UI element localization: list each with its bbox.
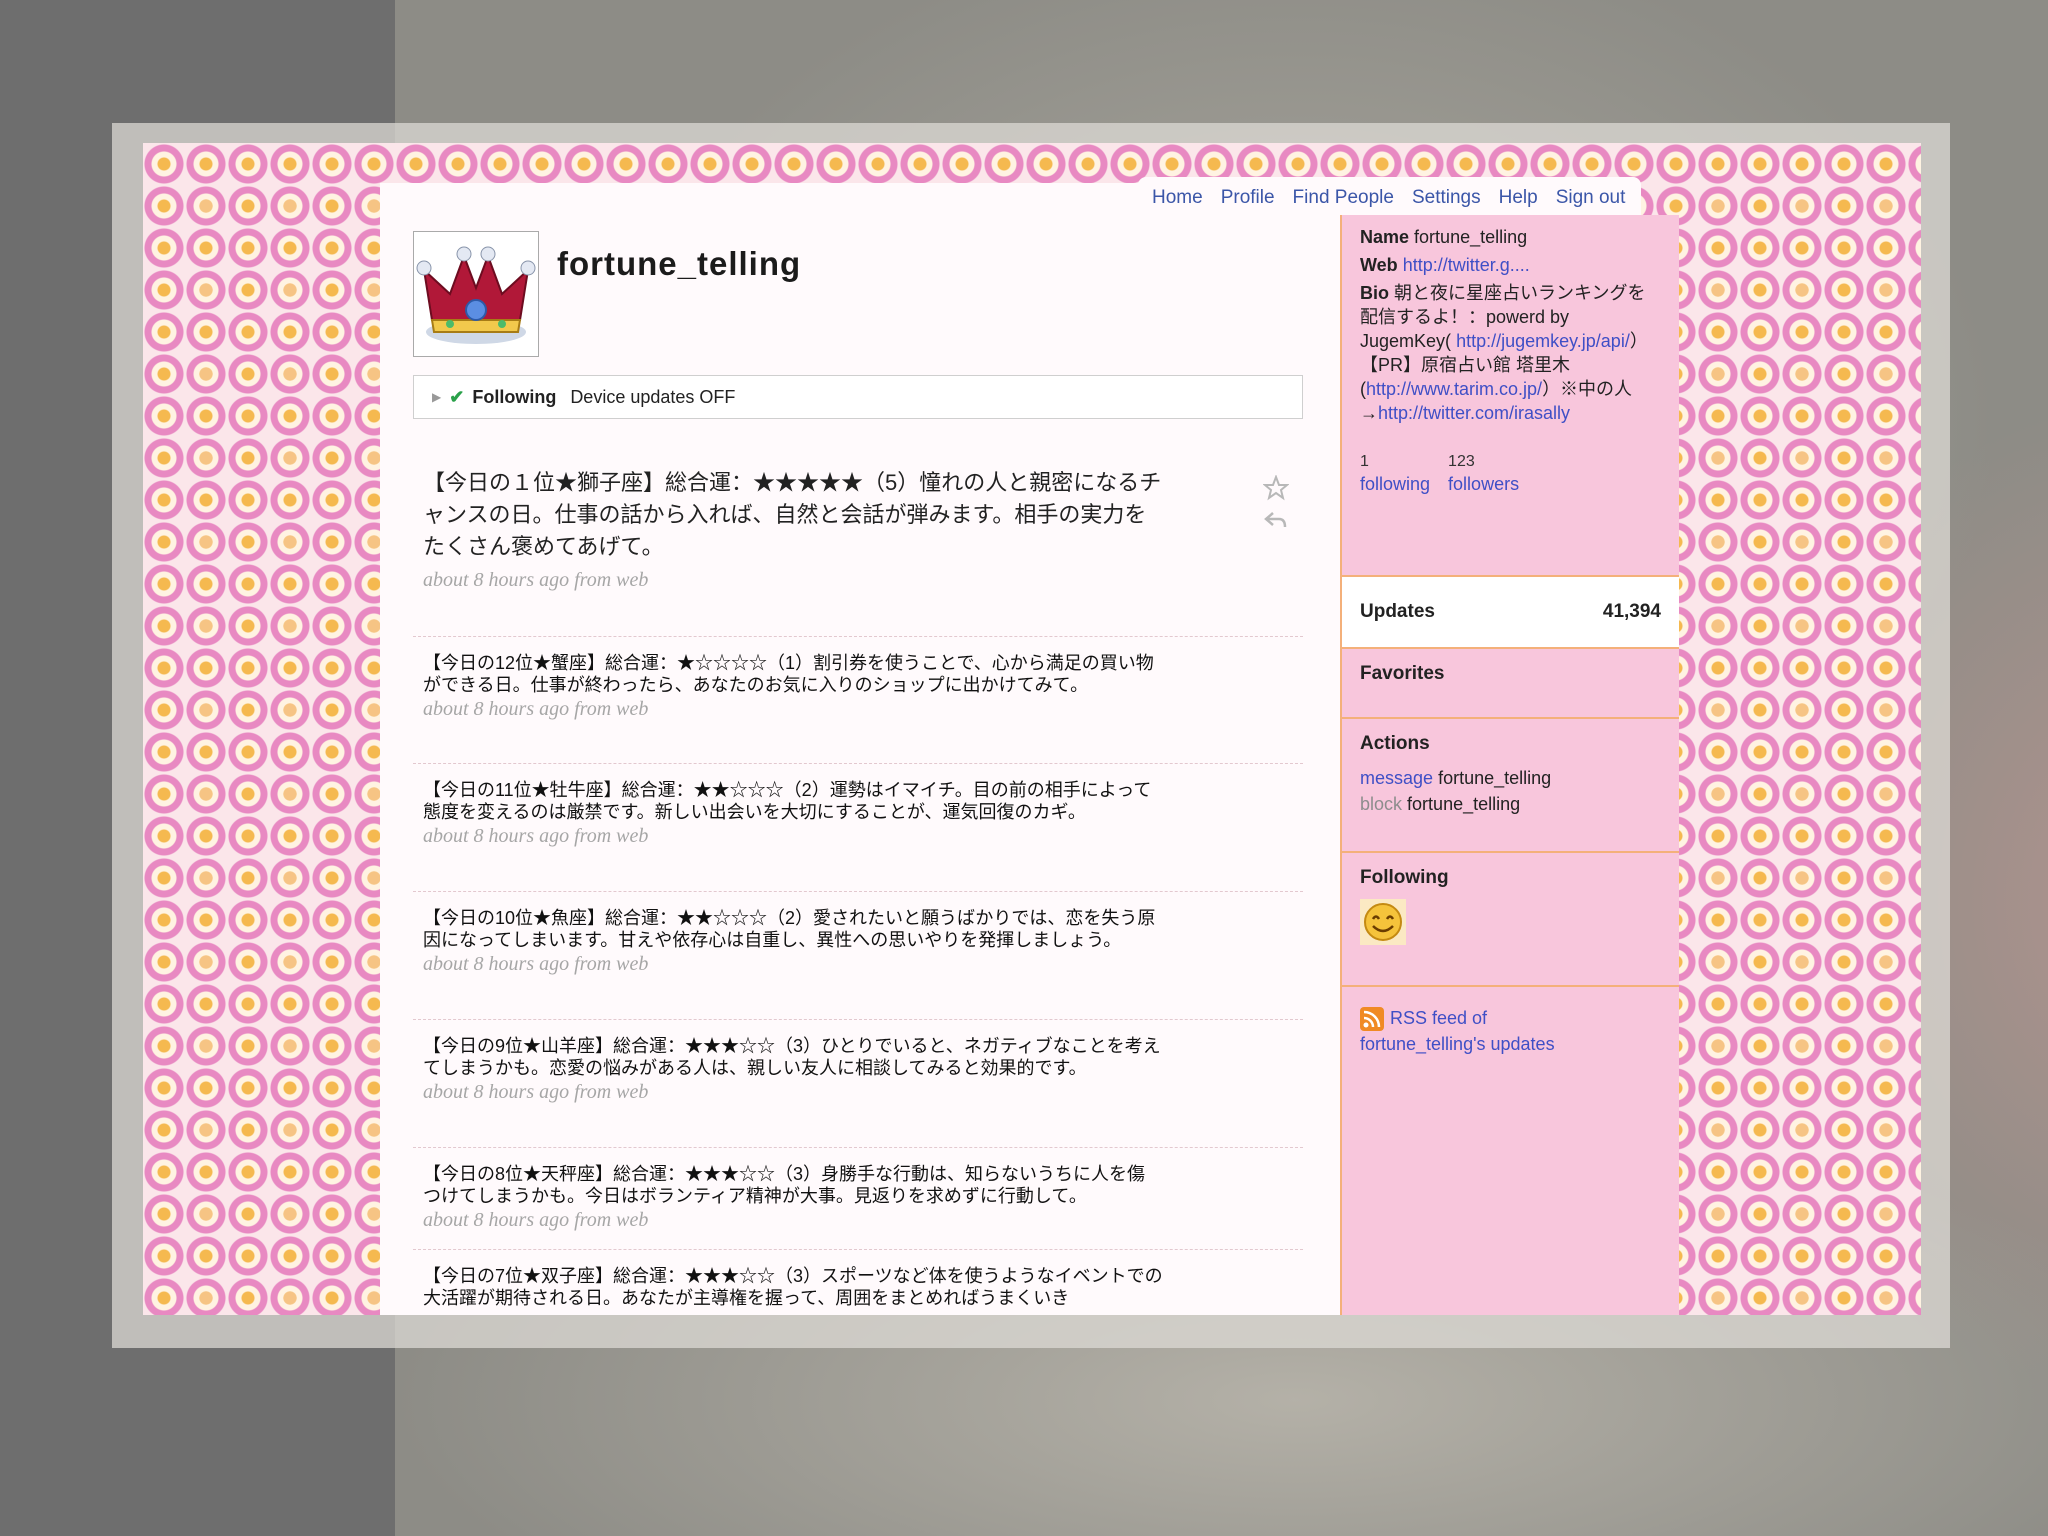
rss-line-1[interactable]: RSS feed of (1390, 1008, 1487, 1028)
profile-web-row: Web http://twitter.g.... (1360, 253, 1661, 277)
tweet-item: 【今日の8位★天秤座】総合運：★★★☆☆（3）身勝手な行動は、知らないうちに人を… (423, 1163, 1303, 1232)
followers-count: 123 (1448, 453, 1475, 470)
separator (413, 1249, 1303, 1250)
actions-label: Actions (1360, 733, 1430, 754)
follow-stats: 1 following 123 followers (1360, 451, 1661, 495)
tweet-meta[interactable]: about 8 hours ago from web (423, 953, 1303, 976)
latest-status-actions (1263, 475, 1293, 539)
expand-triangle-icon[interactable]: ▶ (432, 390, 441, 404)
profile-bio: Bio 朝と夜に星座占いランキングを配信するよ！：powerd by Jugem… (1360, 281, 1660, 425)
tweet-item: 【今日の9位★山羊座】総合運：★★★☆☆（3）ひとりでいると、ネガティブなことを… (423, 1035, 1303, 1104)
followers-stat[interactable]: 123 followers (1448, 451, 1519, 495)
web-label: Web (1360, 255, 1398, 275)
nav-home[interactable]: Home (1152, 187, 1203, 209)
message-link[interactable]: message (1360, 768, 1433, 788)
actions-section: Actions message fortune_telling block fo… (1342, 717, 1679, 853)
updates-label: Updates (1360, 601, 1435, 622)
rss-icon (1360, 1007, 1384, 1032)
nav-profile[interactable]: Profile (1221, 187, 1275, 209)
rss-box: RSS feed of fortune_telling's updates (1342, 987, 1679, 1075)
tweet-meta[interactable]: about 8 hours ago from web (423, 698, 1303, 721)
updates-section: Updates 41,394 (1342, 575, 1679, 647)
tweet-text: 【今日の7位★双子座】総合運：★★★☆☆（3）スポーツなど体を使うようなイベント… (423, 1266, 1163, 1308)
block-link[interactable]: block (1360, 794, 1402, 814)
updates-row[interactable]: Updates 41,394 (1342, 577, 1679, 647)
twitter-page: Home Profile Find People Settings Help S… (143, 143, 1921, 1315)
following-count: 1 (1360, 453, 1369, 470)
profile-info: Name fortune_telling Web http://twitter.… (1342, 215, 1679, 495)
rss-line-2[interactable]: fortune_telling's updates (1360, 1031, 1661, 1057)
check-icon: ✔ (449, 386, 465, 407)
rss-section: RSS feed of fortune_telling's updates (1342, 985, 1679, 1075)
following-status: Following (472, 386, 557, 407)
latest-status-text: 【今日の１位★獅子座】総合運：★★★★★（5）憧れの人と親密になるチャンスの日。… (423, 470, 1162, 559)
tweet-meta[interactable]: about 8 hours ago from web (423, 1081, 1303, 1104)
nav-settings[interactable]: Settings (1412, 187, 1481, 209)
tweet-item: 【今日の10位★魚座】総合運：★★☆☆☆（2）愛されたいと願うばかりでは、恋を失… (423, 907, 1303, 976)
separator (413, 891, 1303, 892)
favorites-label[interactable]: Favorites (1342, 649, 1679, 685)
name-value: fortune_telling (1414, 227, 1528, 247)
tweet-text: 【今日の11位★牡牛座】総合運：★★☆☆☆（2）運勢はイマイチ。目の前の相手によ… (423, 780, 1152, 822)
name-label: Name (1360, 227, 1410, 247)
tweet-text: 【今日の8位★天秤座】総合運：★★★☆☆（3）身勝手な行動は、知らないうちに人を… (423, 1164, 1146, 1206)
tweet-meta[interactable]: about 8 hours ago from web (423, 1209, 1303, 1232)
following-section-label: Following (1360, 867, 1449, 888)
nav-sign-out[interactable]: Sign out (1556, 187, 1626, 209)
avatar[interactable] (413, 231, 539, 357)
tweet-item: 【今日の7位★双子座】総合運：★★★☆☆（3）スポーツなど体を使うようなイベント… (423, 1265, 1303, 1309)
bio-link-jugemkey[interactable]: http://jugemkey.jp/api/ (1456, 331, 1630, 351)
tweet-text: 【今日の12位★蟹座】総合運：★☆☆☆☆（1）割引券を使うことで、心から満足の買… (423, 653, 1154, 695)
separator (413, 636, 1303, 637)
following-stat[interactable]: 1 following (1360, 451, 1430, 495)
star-icon[interactable] (1263, 475, 1289, 501)
separator (413, 763, 1303, 764)
block-target: fortune_telling (1407, 794, 1521, 814)
following-bar[interactable]: ▶ ✔ Following Device updates OFF (413, 375, 1303, 419)
tweet-text: 【今日の10位★魚座】総合運：★★☆☆☆（2）愛されたいと願うばかりでは、恋を失… (423, 908, 1156, 950)
message-target: fortune_telling (1438, 768, 1552, 788)
bio-label: Bio (1360, 283, 1389, 303)
smiley-avatar-icon[interactable] (1360, 899, 1406, 945)
latest-status-meta[interactable]: about 8 hours ago from web (413, 569, 1303, 592)
screen-name: fortune_telling (557, 245, 802, 282)
separator (413, 1019, 1303, 1020)
message-action: message fortune_telling (1360, 765, 1661, 791)
web-link[interactable]: http://twitter.g.... (1403, 255, 1530, 275)
tweet-meta[interactable]: about 8 hours ago from web (423, 825, 1303, 848)
tweet-item: 【今日の11位★牡牛座】総合運：★★☆☆☆（2）運勢はイマイチ。目の前の相手によ… (423, 779, 1303, 848)
following-avatars (1342, 889, 1679, 960)
followers-link[interactable]: followers (1448, 473, 1519, 495)
device-updates-status: Device updates OFF (570, 386, 736, 407)
separator (413, 1147, 1303, 1148)
tweet-item: 【今日の12位★蟹座】総合運：★☆☆☆☆（1）割引券を使うことで、心から満足の買… (423, 652, 1303, 721)
sidebar: Name fortune_telling Web http://twitter.… (1340, 215, 1679, 1315)
favorites-section[interactable]: Favorites (1342, 647, 1679, 719)
updates-count: 41,394 (1602, 601, 1661, 622)
block-action: block fortune_telling (1360, 791, 1661, 817)
tweet-text: 【今日の9位★山羊座】総合運：★★★☆☆（3）ひとりでいると、ネガティブなことを… (423, 1036, 1161, 1078)
rss-link[interactable]: RSS feed of (1360, 1005, 1661, 1032)
latest-status: 【今日の１位★獅子座】総合運：★★★★★（5）憧れの人と親密になるチャンスの日。… (413, 467, 1303, 592)
bio-link-tarim[interactable]: http://www.tarim.co.jp/ (1366, 379, 1542, 399)
following-link[interactable]: following (1360, 473, 1430, 495)
top-nav: Home Profile Find People Settings Help S… (1138, 177, 1642, 219)
nav-help[interactable]: Help (1499, 187, 1538, 209)
crown-avatar-icon (416, 246, 536, 344)
actions-list: message fortune_telling block fortune_te… (1342, 755, 1679, 817)
nav-find-people[interactable]: Find People (1293, 187, 1394, 209)
profile-name-row: Name fortune_telling (1360, 225, 1661, 249)
following-section: Following (1342, 851, 1679, 987)
bio-link-irasally[interactable]: http://twitter.com/irasally (1378, 403, 1570, 423)
reply-icon[interactable] (1263, 507, 1289, 533)
